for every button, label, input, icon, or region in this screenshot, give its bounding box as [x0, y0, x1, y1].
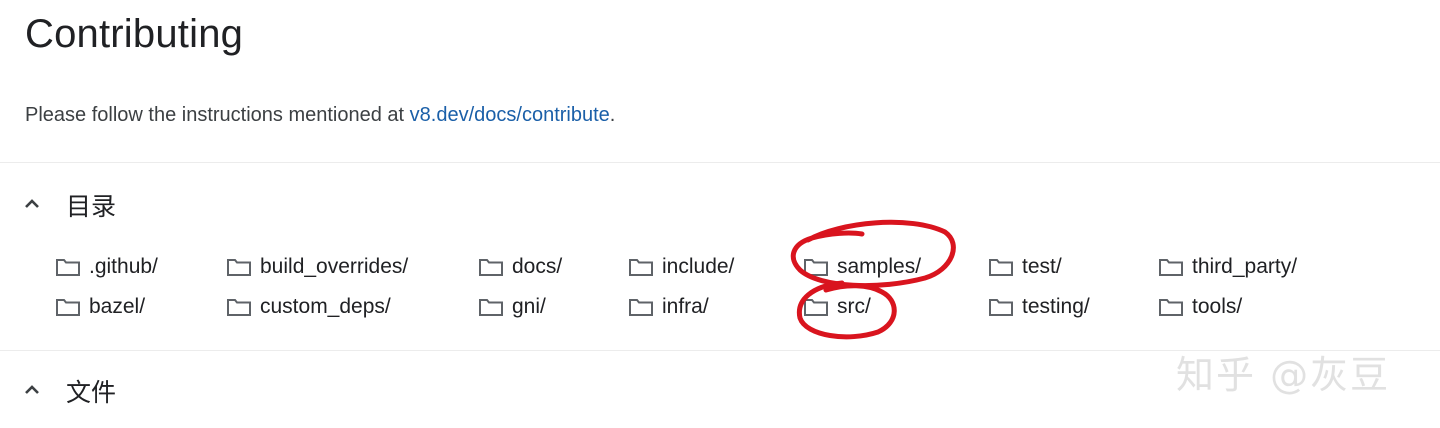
chevron-up-icon	[25, 385, 39, 394]
folder-icon	[989, 259, 1013, 276]
dir-item-infra[interactable]: infra/	[628, 287, 709, 327]
directories-section-toggle[interactable]: 目录	[0, 182, 300, 226]
directory-list: .github/ bazel/ build_overrides/ custom_…	[0, 247, 1440, 327]
dir-item-github[interactable]: .github/	[55, 247, 158, 287]
dir-item-custom-deps[interactable]: custom_deps/	[226, 287, 391, 327]
folder-icon	[629, 299, 653, 316]
dir-item-build-overrides[interactable]: build_overrides/	[226, 247, 408, 287]
directories-section-label: 目录	[66, 192, 117, 221]
intro-suffix: .	[609, 104, 616, 126]
files-section-toggle[interactable]: 文件	[0, 368, 300, 412]
dir-name: tools/	[1192, 295, 1243, 318]
folder-icon	[804, 299, 828, 316]
dir-name: src/	[837, 295, 871, 318]
folder-icon	[479, 259, 503, 276]
dir-item-testing[interactable]: testing/	[988, 287, 1090, 327]
dir-item-third-party[interactable]: third_party/	[1158, 247, 1297, 287]
dir-name: testing/	[1022, 295, 1090, 318]
folder-icon	[1159, 299, 1183, 316]
dir-name: third_party/	[1192, 255, 1298, 278]
dir-name: custom_deps/	[260, 295, 391, 318]
folder-icon	[1159, 259, 1183, 276]
dir-item-docs[interactable]: docs/	[478, 247, 562, 287]
dir-name: include/	[662, 255, 735, 278]
dir-name: samples/	[837, 255, 922, 278]
dir-item-src[interactable]: src/	[803, 287, 871, 327]
folder-icon	[804, 259, 828, 276]
folder-icon	[989, 299, 1013, 316]
folder-icon	[227, 299, 251, 316]
dir-name: bazel/	[89, 295, 146, 318]
dir-name: build_overrides/	[260, 255, 409, 278]
dir-item-include[interactable]: include/	[628, 247, 734, 287]
dir-item-bazel[interactable]: bazel/	[55, 287, 145, 327]
folder-icon	[56, 299, 80, 316]
dir-name: infra/	[662, 295, 709, 318]
folder-icon	[56, 259, 80, 276]
dir-item-test[interactable]: test/	[988, 247, 1062, 287]
folder-icon	[479, 299, 503, 316]
dir-name: gni/	[512, 295, 546, 318]
dir-item-samples[interactable]: samples/	[803, 247, 921, 287]
folder-icon	[227, 259, 251, 276]
contribute-link[interactable]: v8.dev/docs/contribute	[410, 104, 610, 126]
page-title: Contributing	[25, 12, 244, 56]
watermark: 知乎 @灰豆	[1176, 353, 1391, 397]
files-section-label: 文件	[66, 378, 117, 407]
dir-item-tools[interactable]: tools/	[1158, 287, 1242, 327]
intro-text: Please follow the instructions mentioned…	[25, 104, 410, 126]
chevron-up-icon	[25, 199, 39, 208]
divider	[0, 162, 1440, 163]
dir-item-gni[interactable]: gni/	[478, 287, 546, 327]
dir-name: test/	[1022, 255, 1062, 278]
dir-name: .github/	[89, 255, 158, 278]
dir-name: docs/	[512, 255, 563, 278]
intro-paragraph: Please follow the instructions mentioned…	[25, 104, 615, 127]
folder-icon	[629, 259, 653, 276]
